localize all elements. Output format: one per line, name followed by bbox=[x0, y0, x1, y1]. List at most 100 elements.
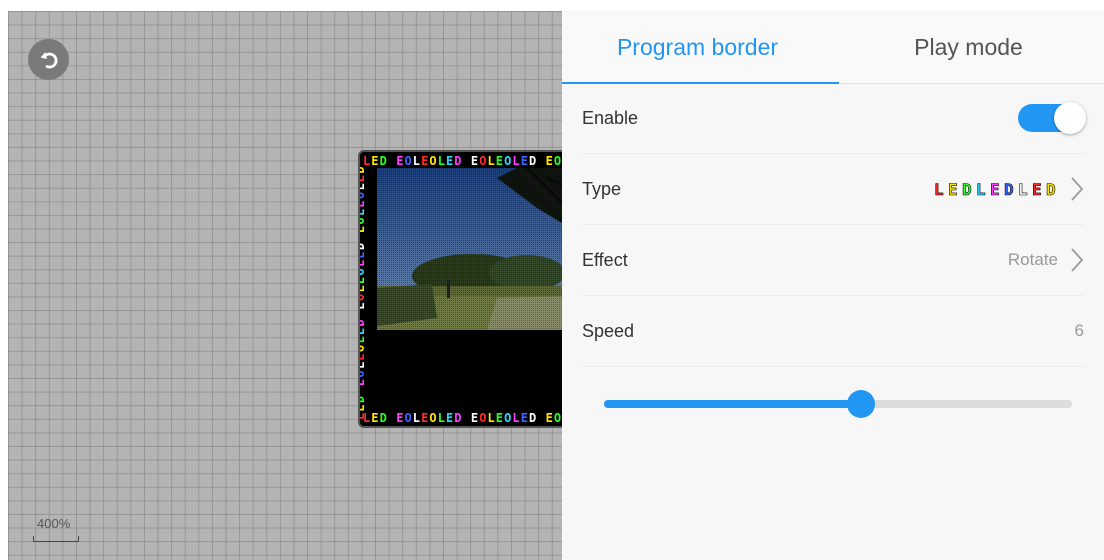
speed-slider[interactable] bbox=[604, 389, 1072, 419]
chevron-right-icon bbox=[1071, 177, 1084, 201]
type-preview-char: L bbox=[1018, 180, 1028, 198]
border-char: E bbox=[446, 154, 453, 168]
border-char: E bbox=[360, 200, 367, 207]
border-char: E bbox=[360, 379, 367, 386]
border-char: O bbox=[360, 192, 367, 199]
border-char: D bbox=[360, 396, 367, 403]
border-char: D bbox=[454, 154, 461, 168]
border-char: E bbox=[360, 175, 367, 182]
border-char: O bbox=[360, 345, 367, 352]
border-char: O bbox=[479, 411, 486, 425]
type-preview-char: D bbox=[962, 180, 972, 198]
border-char: D bbox=[529, 411, 536, 425]
type-preview-char: L bbox=[934, 180, 944, 198]
border-char: L bbox=[360, 336, 367, 343]
slider-fill bbox=[604, 400, 862, 408]
border-char: L bbox=[360, 209, 367, 216]
border-char: L bbox=[413, 154, 420, 168]
border-char: E bbox=[360, 251, 367, 258]
border-char: D bbox=[360, 166, 367, 173]
border-char: O bbox=[429, 411, 436, 425]
border-char: L bbox=[360, 183, 367, 190]
border-char: E bbox=[546, 411, 553, 425]
border-char: L bbox=[488, 411, 495, 425]
slider-thumb[interactable] bbox=[847, 390, 876, 418]
tab-play-mode[interactable]: Play mode bbox=[833, 11, 1104, 83]
border-char: L bbox=[360, 362, 367, 369]
enable-label: Enable bbox=[582, 107, 639, 128]
border-char: O bbox=[360, 268, 367, 275]
border-char: E bbox=[496, 411, 503, 425]
border-char: L bbox=[363, 411, 370, 425]
type-preview-char: E bbox=[990, 180, 1000, 198]
program-preview[interactable]: LED EOLEOLED EOLEOLED EOL LED EOLEOLED E… bbox=[360, 152, 562, 426]
border-char: O bbox=[405, 411, 412, 425]
type-preview-char: E bbox=[1032, 180, 1042, 198]
zoom-label: 400% bbox=[37, 516, 71, 531]
speed-row: Speed 6 bbox=[582, 296, 1084, 367]
effect-row[interactable]: Effect Rotate bbox=[582, 225, 1084, 296]
border-char: E bbox=[421, 154, 428, 168]
border-char: E bbox=[396, 154, 403, 168]
border-char: E bbox=[471, 154, 478, 168]
settings-panel: Program border Play mode Enable Type LED… bbox=[562, 11, 1104, 560]
border-char: D bbox=[360, 319, 367, 326]
zoom-scale-bar bbox=[33, 536, 79, 542]
type-preview-char: E bbox=[948, 180, 958, 198]
border-char: O bbox=[504, 154, 511, 168]
border-char: O bbox=[360, 294, 367, 301]
speed-label: Speed bbox=[582, 320, 635, 341]
border-char: D bbox=[529, 154, 536, 168]
chevron-right-icon bbox=[1071, 248, 1084, 272]
tab-program-border[interactable]: Program border bbox=[562, 11, 833, 83]
program-photo bbox=[377, 168, 562, 330]
enable-toggle[interactable] bbox=[1018, 102, 1086, 134]
toggle-knob bbox=[1054, 102, 1086, 134]
border-char: E bbox=[360, 353, 367, 360]
border-char: E bbox=[421, 411, 428, 425]
zoom-indicator: 400% bbox=[33, 514, 81, 542]
type-row[interactable]: Type LEDLEDLED bbox=[582, 154, 1084, 225]
border-char: E bbox=[446, 411, 453, 425]
undo-button[interactable] bbox=[28, 39, 69, 80]
speed-value: 6 bbox=[1074, 321, 1084, 340]
border-char: E bbox=[521, 154, 528, 168]
border-char: O bbox=[429, 154, 436, 168]
border-char: L bbox=[360, 285, 367, 292]
type-preview-char: D bbox=[1004, 180, 1014, 198]
type-preview-char: L bbox=[976, 180, 986, 198]
border-char: E bbox=[546, 154, 553, 168]
border-char: O bbox=[360, 370, 367, 377]
border-char: E bbox=[371, 154, 378, 168]
border-bottom-text: LED EOLEOLED EOLEOLED EOL bbox=[363, 411, 561, 425]
effect-value: Rotate bbox=[1007, 250, 1058, 269]
border-char: E bbox=[360, 226, 367, 233]
border-char: E bbox=[360, 302, 367, 309]
border-char: L bbox=[488, 154, 495, 168]
tab-bar: Program border Play mode bbox=[562, 11, 1104, 84]
border-char: O bbox=[479, 154, 486, 168]
type-preview-image: LEDLEDLED bbox=[934, 180, 1056, 198]
type-preview-char: D bbox=[1046, 180, 1056, 198]
border-char: D bbox=[454, 411, 461, 425]
border-top-text: LED EOLEOLED EOLEOLED EOL bbox=[363, 154, 561, 168]
border-char: O bbox=[405, 154, 412, 168]
border-char: O bbox=[360, 217, 367, 224]
border-char: D bbox=[380, 154, 387, 168]
undo-icon bbox=[40, 51, 57, 68]
enable-row[interactable]: Enable bbox=[582, 83, 1086, 154]
border-char: E bbox=[360, 277, 367, 284]
border-char: O bbox=[554, 411, 561, 425]
border-char: L bbox=[363, 154, 370, 168]
editor-canvas[interactable]: LED EOLEOLED EOLEOLED EOL LED EOLEOLED E… bbox=[8, 11, 562, 560]
effect-label: Effect bbox=[582, 249, 628, 270]
border-char: L bbox=[512, 411, 519, 425]
border-char: D bbox=[380, 411, 387, 425]
border-left-text: LED EOLEOLED EOLEOLED EOLEOLED bbox=[360, 166, 367, 420]
border-char: E bbox=[521, 411, 528, 425]
border-char: D bbox=[360, 243, 367, 250]
border-char: O bbox=[504, 411, 511, 425]
border-char: E bbox=[396, 411, 403, 425]
border-char: E bbox=[471, 411, 478, 425]
border-char: E bbox=[360, 328, 367, 335]
